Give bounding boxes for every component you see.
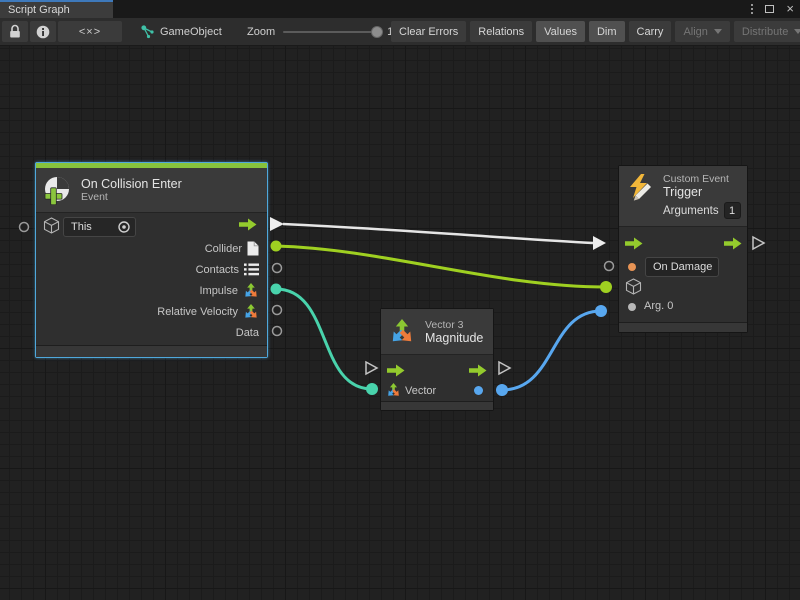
unity-script-graph-window: Script Graph × <×> [0,0,800,600]
align-button[interactable]: Align [675,21,729,42]
vector-input-endpoint[interactable] [366,383,378,395]
node-title: Trigger [663,185,741,199]
lock-button[interactable] [2,21,28,42]
wire-arrowhead [593,236,606,250]
node-on-collision-enter[interactable]: On Collision Enter Event This [35,162,268,358]
relations-button[interactable]: Relations [470,21,532,42]
code-preview-button[interactable]: <×> [58,21,122,42]
vector3-icon [389,318,415,346]
trigger-target-endpoint[interactable] [600,281,612,293]
arguments-label: Arguments [663,205,719,217]
port-row-impulse[interactable]: Impulse [79,280,259,301]
dropdown-arrow-icon [794,29,800,34]
document-icon [247,241,259,256]
arg0-port[interactable] [628,303,636,311]
tab-script-graph[interactable]: Script Graph [0,0,113,18]
float-output-port[interactable] [474,386,483,395]
event-name-port[interactable] [628,263,636,271]
node-subtitle: Event [81,191,182,203]
info-button[interactable] [30,21,56,42]
magnitude-output-endpoint[interactable] [496,384,508,396]
graph-target[interactable]: GameObject [140,21,222,42]
zoom-slider[interactable] [283,31,377,33]
event-name-field[interactable]: On Damage [645,257,719,277]
oce-target-port[interactable] [20,223,29,232]
graph-target-label: GameObject [160,26,222,38]
gameobject-cube-icon [43,217,60,234]
list-icon [244,263,259,276]
port-row-contacts[interactable]: Contacts [79,259,259,280]
arguments-count-field[interactable]: 1 [724,202,741,219]
node-footer[interactable] [381,401,493,410]
object-picker-icon[interactable] [117,220,131,234]
node-footer[interactable] [36,345,267,357]
impulse-port-connected[interactable] [271,284,282,295]
dim-button[interactable]: Dim [589,21,625,42]
control-input-arrow-icon[interactable] [387,364,405,377]
node-title: On Collision Enter [81,177,182,191]
graph-pointer-icon [140,24,155,39]
collider-port-connected[interactable] [271,241,282,252]
vector-input-label: Vector [405,385,436,397]
custom-event-icon [627,173,653,201]
zoom-slider-handle[interactable] [371,26,383,38]
wire-control[interactable] [283,224,593,243]
clear-errors-button[interactable]: Clear Errors [391,21,466,42]
maximize-icon[interactable] [765,5,774,13]
event-icon [42,175,72,205]
arg0-label: Arg. 0 [644,300,673,312]
control-output-arrow-icon[interactable] [724,237,742,250]
target-field[interactable]: This [63,217,136,237]
arg0-endpoint[interactable] [595,305,607,317]
node-vector3-magnitude[interactable]: Vector 3 Magnitude Vector [380,308,494,411]
zoom-control: Zoom 1x [247,21,399,42]
zoom-label: Zoom [247,26,275,38]
event-name-external-port[interactable] [605,262,614,271]
dropdown-arrow-icon [714,29,722,34]
info-icon [36,25,50,39]
node-subtitle: Vector 3 [425,319,483,331]
vector3-icon [243,283,259,299]
node-trigger-custom-event[interactable]: Custom Event Trigger Arguments 1 [618,165,748,333]
trigger-control-out-port[interactable] [753,237,764,249]
wire-impulse[interactable] [276,289,372,389]
node-subtitle: Custom Event [663,173,741,185]
node-title: Magnitude [425,331,483,345]
wire-magnitude[interactable] [502,311,601,390]
port-row-collider[interactable]: Collider [79,238,259,259]
data-port[interactable] [273,327,282,336]
title-bar: Script Graph × [0,0,800,18]
vector3-icon [243,304,259,320]
graph-toolbar: <×> GameObject Zoom 1x Clear Errors Rela… [0,18,800,46]
graph-canvas[interactable]: On Collision Enter Event This [0,46,800,600]
magnitude-control-out-port[interactable] [499,362,510,374]
port-row-data[interactable]: Data [79,322,259,343]
carry-button[interactable]: Carry [629,21,672,42]
vector3-icon [386,383,401,398]
relative-velocity-port[interactable] [273,306,282,315]
control-out-port-connected[interactable] [270,217,284,231]
close-icon[interactable]: × [786,4,794,14]
tab-title: Script Graph [8,4,70,16]
port-row-relative-velocity[interactable]: Relative Velocity [79,301,259,322]
control-output-arrow-icon[interactable] [469,364,487,377]
control-input-arrow-icon[interactable] [625,237,643,250]
wire-collider[interactable] [276,246,606,287]
magnitude-control-in-port[interactable] [366,362,377,374]
gameobject-cube-icon [625,278,642,295]
window-menu-icon[interactable] [751,4,753,14]
lock-icon [9,24,21,39]
distribute-button[interactable]: Distribute [734,21,800,42]
values-button[interactable]: Values [536,21,585,42]
control-output-arrow-icon[interactable] [239,218,257,231]
node-footer[interactable] [619,322,747,332]
contacts-port[interactable] [273,264,282,273]
